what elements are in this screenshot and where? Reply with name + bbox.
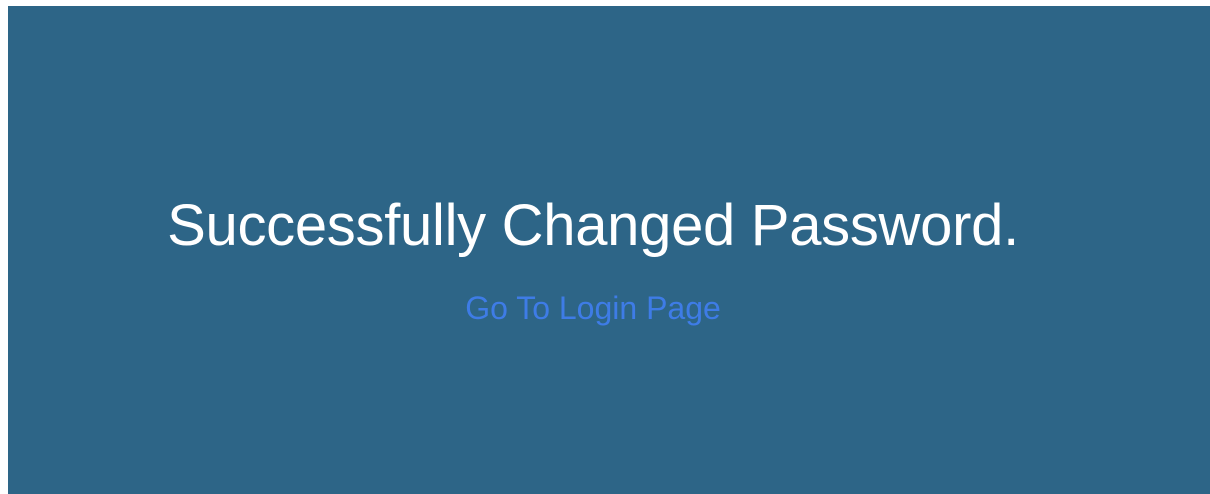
success-panel: Successfully Changed Password. Go To Log… — [8, 6, 1210, 494]
login-link-container: Go To Login Page — [8, 290, 1178, 326]
go-to-login-link[interactable]: Go To Login Page — [465, 290, 721, 326]
success-message: Successfully Changed Password. — [167, 193, 1019, 258]
